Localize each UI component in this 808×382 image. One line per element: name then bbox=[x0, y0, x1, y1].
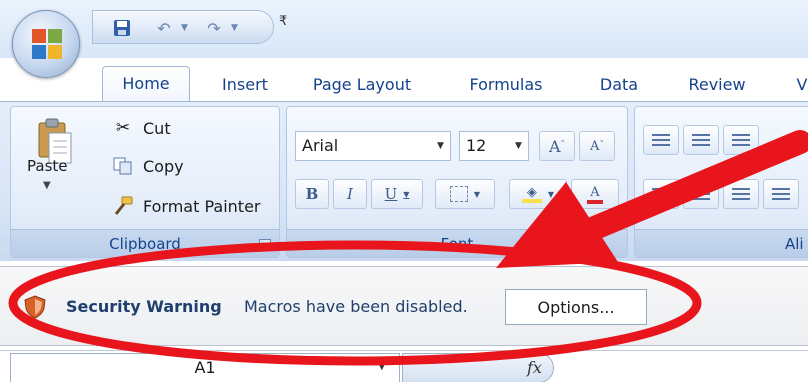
clipboard-group-label: Clipboard bbox=[11, 229, 279, 257]
align-bottom-button[interactable] bbox=[723, 125, 759, 155]
alignment-group: Ali bbox=[634, 106, 808, 258]
align-left-icon bbox=[652, 188, 670, 200]
cut-button[interactable]: ✂ Cut bbox=[111, 115, 171, 141]
undo-dropdown-icon[interactable]: ▼ bbox=[181, 23, 188, 33]
redo-icon[interactable]: ↷ bbox=[201, 16, 227, 40]
tab-home[interactable]: Home bbox=[102, 66, 190, 103]
font-group: Arial ▼ 12 ▼ Aˆ Aˇ B I U ▼ ▼ ◈ ▼ A Font bbox=[286, 106, 628, 258]
save-icon[interactable] bbox=[109, 16, 135, 40]
align-middle-button[interactable] bbox=[683, 125, 719, 155]
format-painter-icon bbox=[111, 195, 135, 217]
font-color-icon: A bbox=[587, 185, 603, 204]
name-box[interactable]: A1 bbox=[10, 353, 400, 382]
clipboard-group: Paste ▼ ✂ Cut Copy Format Painter Clipbo… bbox=[10, 106, 280, 258]
tab-page-layout[interactable]: Page Layout bbox=[304, 68, 420, 102]
quick-access-toolbar: ↶ ▼ ↷ ▼ bbox=[92, 10, 274, 44]
align-bottom-icon bbox=[732, 134, 750, 146]
borders-dropdown-icon: ▼ bbox=[473, 189, 481, 199]
paste-dropdown-icon[interactable]: ▼ bbox=[43, 180, 51, 191]
fill-color-button[interactable]: ◈ ▼ bbox=[509, 179, 567, 209]
underline-dropdown-icon: ▼ bbox=[403, 189, 410, 199]
format-painter-button[interactable]: Format Painter bbox=[111, 193, 260, 219]
tab-data[interactable]: Data bbox=[592, 68, 646, 102]
alignment-group-label: Ali bbox=[635, 229, 808, 257]
formula-bar-buttons: fx bbox=[402, 353, 554, 382]
decrease-indent-icon bbox=[772, 188, 790, 200]
tab-review[interactable]: Review bbox=[680, 68, 754, 102]
font-name-box[interactable]: Arial bbox=[295, 131, 451, 161]
underline-label: U bbox=[384, 185, 398, 203]
ribbon: Paste ▼ ✂ Cut Copy Format Painter Clipbo… bbox=[0, 101, 808, 261]
align-center-icon bbox=[692, 188, 710, 200]
align-right-button[interactable] bbox=[723, 179, 759, 209]
align-right-icon bbox=[732, 188, 750, 200]
copy-button[interactable]: Copy bbox=[111, 153, 184, 179]
grow-font-label: A bbox=[548, 136, 561, 156]
fx-icon[interactable]: fx bbox=[527, 358, 542, 377]
align-left-button[interactable] bbox=[643, 179, 679, 209]
title-bar: ↶ ▼ ↷ ▼ ₹ bbox=[0, 0, 808, 58]
font-group-label: Font bbox=[287, 229, 627, 257]
align-center-button[interactable] bbox=[683, 179, 719, 209]
cut-label: Cut bbox=[143, 118, 171, 138]
font-size-dropdown-icon[interactable]: ▼ bbox=[515, 141, 522, 151]
office-button-icon bbox=[32, 29, 62, 59]
security-warning-message: Macros have been disabled. bbox=[244, 297, 468, 316]
font-name-dropdown-icon[interactable]: ▼ bbox=[437, 141, 444, 151]
copy-icon bbox=[111, 155, 135, 177]
align-top-button[interactable] bbox=[643, 125, 679, 155]
options-button[interactable]: Options... bbox=[505, 289, 647, 325]
shrink-font-label: A bbox=[590, 138, 600, 154]
underline-button[interactable]: U ▼ bbox=[371, 179, 423, 209]
grow-font-button[interactable]: Aˆ bbox=[539, 131, 575, 161]
fill-color-icon: ◈ bbox=[521, 185, 542, 203]
office-button[interactable] bbox=[12, 10, 80, 78]
security-warning-title: Security Warning bbox=[66, 297, 222, 316]
fill-color-dropdown-icon: ▼ bbox=[547, 189, 555, 199]
bold-button[interactable]: B bbox=[295, 179, 329, 209]
tab-view[interactable]: Vi bbox=[784, 68, 808, 102]
clipboard-dialog-launcher-icon[interactable]: ↘ bbox=[259, 239, 271, 251]
customize-qat-icon[interactable]: ₹ bbox=[279, 14, 287, 29]
bold-label: B bbox=[305, 185, 319, 203]
format-painter-label: Format Painter bbox=[143, 196, 261, 216]
italic-button[interactable]: I bbox=[333, 179, 367, 209]
align-middle-icon bbox=[692, 134, 710, 146]
borders-button[interactable]: ▼ bbox=[435, 179, 495, 209]
tab-formulas[interactable]: Formulas bbox=[458, 68, 554, 102]
security-warning-bar: Security Warning Macros have been disabl… bbox=[0, 266, 808, 346]
align-top-icon bbox=[652, 134, 670, 146]
cut-icon: ✂ bbox=[115, 118, 131, 138]
redo-dropdown-icon[interactable]: ▼ bbox=[231, 23, 238, 33]
shrink-font-button[interactable]: Aˇ bbox=[579, 131, 615, 161]
shield-icon bbox=[24, 295, 46, 319]
borders-icon bbox=[449, 186, 468, 202]
font-color-button[interactable]: A bbox=[571, 179, 619, 209]
copy-label: Copy bbox=[143, 156, 184, 176]
paste-button[interactable]: Paste bbox=[27, 157, 68, 175]
formula-bar: A1 ▼ fx bbox=[0, 350, 808, 382]
undo-icon[interactable]: ↶ bbox=[151, 16, 177, 40]
ribbon-tabs: Home Insert Page Layout Formulas Data Re… bbox=[98, 58, 808, 103]
tab-insert[interactable]: Insert bbox=[210, 68, 280, 102]
name-box-dropdown-icon[interactable]: ▼ bbox=[378, 361, 386, 372]
italic-label: I bbox=[347, 185, 353, 203]
decrease-indent-button[interactable] bbox=[763, 179, 799, 209]
